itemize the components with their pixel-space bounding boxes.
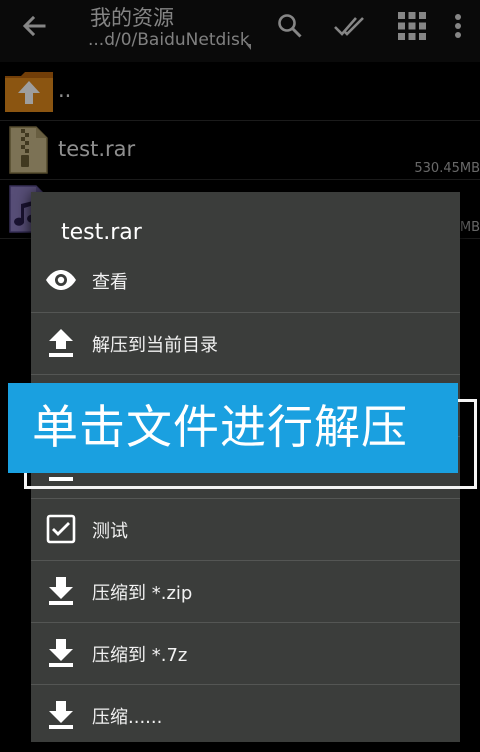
menu-item-label: 测试 — [92, 521, 128, 542]
caption-text: 单击文件进行解压 — [32, 400, 408, 454]
download-icon — [45, 699, 77, 731]
download-icon — [45, 637, 77, 669]
menu-item-compress-zip[interactable]: 压缩到 *.zip — [31, 560, 460, 622]
caption-banner: 单击文件进行解压 — [8, 383, 458, 473]
menu-item-label: 压缩...... — [92, 707, 163, 728]
menu-item-extract-here[interactable]: 解压到当前目录 — [31, 312, 460, 374]
menu-item-view[interactable]: 查看 — [31, 250, 460, 312]
menu-item-test[interactable]: 测试 — [31, 498, 460, 560]
menu-item-label: 压缩到 *.7z — [92, 645, 188, 666]
upload-icon — [45, 327, 77, 359]
menu-item-compress-7z[interactable]: 压缩到 *.7z — [31, 622, 460, 684]
menu-item-label: 解压到当前目录 — [92, 335, 218, 356]
download-icon — [45, 575, 77, 607]
eye-icon — [45, 264, 77, 296]
menu-title: test.rar — [61, 220, 142, 245]
menu-item-label: 查看 — [92, 272, 128, 293]
menu-item-compress[interactable]: 压缩...... — [31, 684, 460, 746]
menu-item-label: 压缩到 *.zip — [92, 583, 193, 604]
checkbox-icon — [45, 513, 77, 545]
